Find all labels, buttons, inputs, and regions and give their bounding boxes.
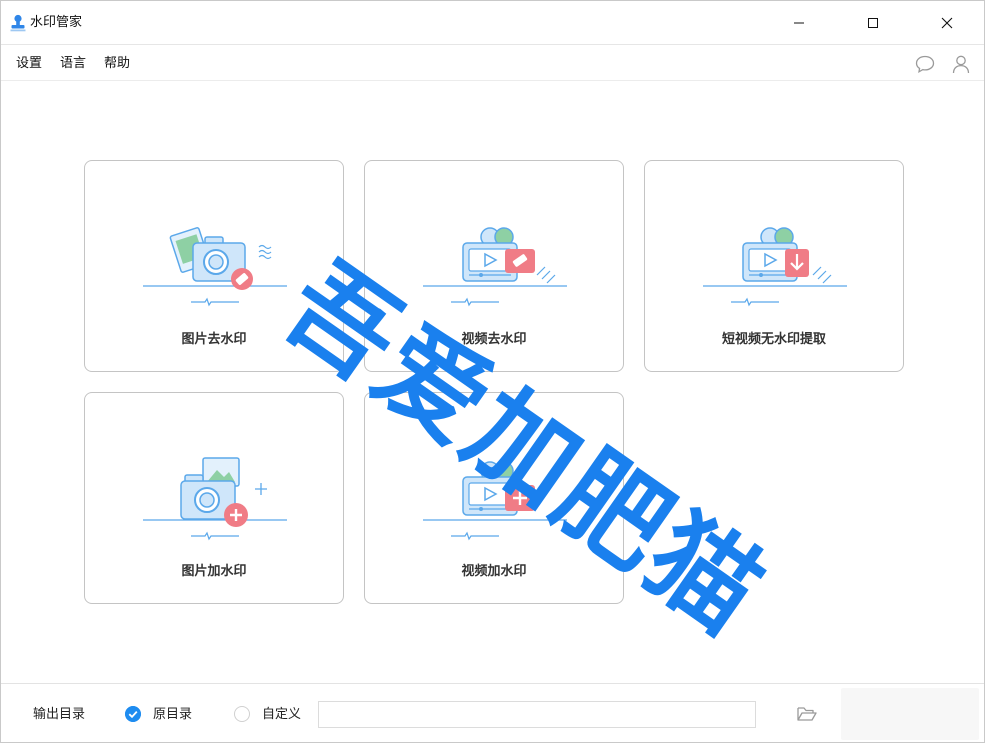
folder-open-icon[interactable] bbox=[796, 704, 818, 724]
card-short-video-extract[interactable]: 短视频无水印提取 bbox=[644, 160, 904, 372]
radio-custom-directory[interactable] bbox=[234, 706, 250, 722]
card-label: 视频去水印 bbox=[461, 332, 527, 347]
app-title: 水印管家 bbox=[30, 15, 83, 30]
minimize-button[interactable] bbox=[776, 1, 822, 45]
user-icon[interactable] bbox=[950, 53, 972, 75]
radio-label-custom[interactable]: 自定义 bbox=[262, 706, 301, 723]
card-video-add-watermark[interactable]: 视频加水印 bbox=[364, 392, 624, 604]
app-window: 水印管家 设置 语言 帮助 图片去水印 视频去水印 短视频无水印提取 图片加水印… bbox=[0, 0, 985, 743]
title-bar: 水印管家 bbox=[1, 1, 984, 45]
start-button[interactable] bbox=[841, 688, 979, 740]
close-icon bbox=[941, 17, 953, 29]
maximize-button[interactable] bbox=[850, 1, 896, 45]
radio-original-directory[interactable] bbox=[125, 706, 141, 722]
card-label: 短视频无水印提取 bbox=[721, 332, 826, 347]
card-video-remove-watermark[interactable]: 视频去水印 bbox=[364, 160, 624, 372]
card-label: 图片去水印 bbox=[181, 332, 247, 347]
stamp-icon bbox=[10, 14, 26, 32]
radio-label-original[interactable]: 原目录 bbox=[153, 706, 192, 723]
camera-plus-icon bbox=[143, 457, 287, 541]
output-path-input[interactable] bbox=[318, 701, 756, 728]
card-image-remove-watermark[interactable]: 图片去水印 bbox=[84, 160, 344, 372]
close-button[interactable] bbox=[924, 1, 970, 45]
menu-settings[interactable]: 设置 bbox=[16, 55, 42, 72]
menu-language[interactable]: 语言 bbox=[60, 55, 86, 72]
camera-eraser-icon bbox=[143, 227, 287, 307]
card-label: 图片加水印 bbox=[181, 564, 247, 579]
chat-bubble-icon[interactable] bbox=[914, 53, 936, 75]
menu-help[interactable]: 帮助 bbox=[104, 55, 130, 72]
menu-bar: 设置 语言 帮助 bbox=[1, 46, 984, 81]
card-label: 视频加水印 bbox=[461, 564, 527, 579]
video-download-icon bbox=[703, 227, 847, 307]
maximize-icon bbox=[868, 18, 878, 28]
output-directory-label: 输出目录 bbox=[33, 707, 86, 722]
footer-bar: 输出目录 原目录 自定义 bbox=[1, 683, 984, 743]
card-image-add-watermark[interactable]: 图片加水印 bbox=[84, 392, 344, 604]
minimize-icon bbox=[794, 22, 804, 24]
video-eraser-icon bbox=[423, 227, 567, 307]
video-plus-icon bbox=[423, 461, 567, 541]
